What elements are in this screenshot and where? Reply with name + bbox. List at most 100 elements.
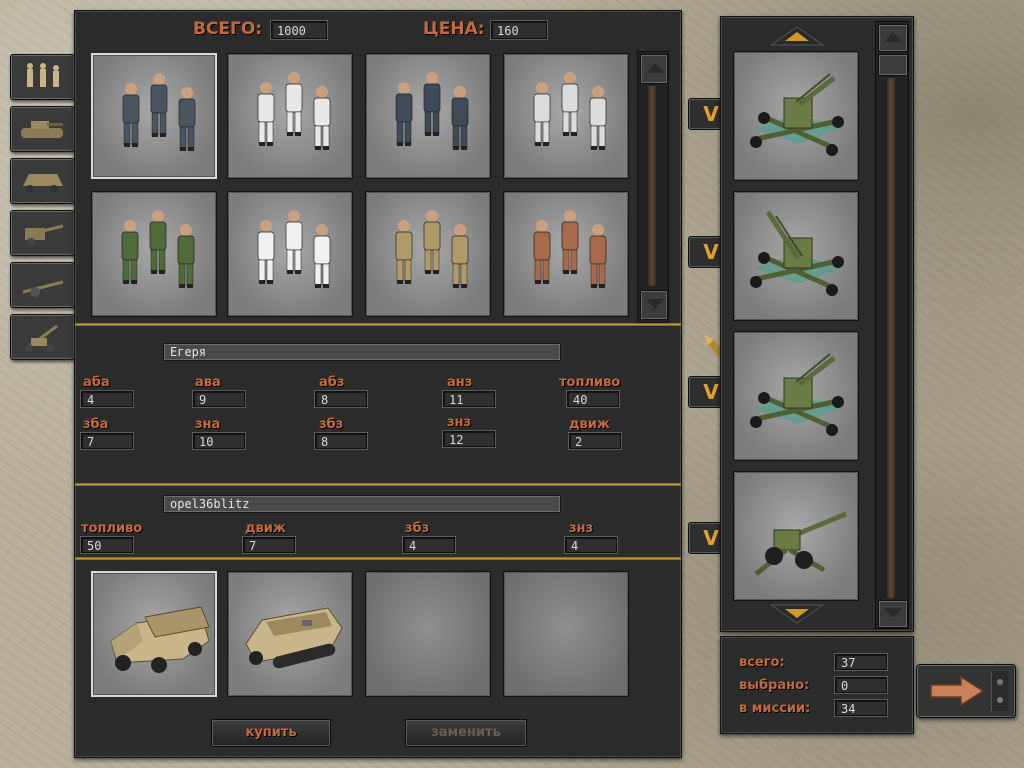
stat-value: 10 (193, 433, 245, 449)
stat-label: аба (83, 375, 110, 390)
stat-label: анз (447, 375, 473, 390)
transport-card[interactable] (227, 571, 353, 697)
stat-value: 7 (81, 433, 133, 449)
arrow-right-icon (930, 675, 985, 707)
armored-car-tab[interactable] (10, 158, 75, 204)
unit-scrollbar[interactable] (637, 51, 669, 323)
summary-selected-label: выбрано: (739, 678, 810, 693)
total-value: 1000 (271, 21, 327, 39)
list-scrollbar-up-button[interactable] (878, 24, 908, 52)
chevron-down-icon (769, 604, 825, 624)
unit-card[interactable] (365, 191, 491, 317)
price-value: 160 (491, 21, 547, 39)
tank-tab[interactable] (10, 106, 75, 152)
selected-unit-card[interactable] (733, 471, 859, 601)
buy-button[interactable]: купить (211, 719, 331, 747)
unit-card[interactable] (91, 53, 217, 179)
unit-scroll-down-button[interactable] (640, 290, 668, 320)
transport-card[interactable] (503, 571, 629, 697)
total-label: ВСЕГО: (193, 19, 263, 39)
summary-mission-label: в миссии: (739, 701, 811, 716)
stat-label: знз (569, 521, 594, 536)
selected-unit-card[interactable] (733, 51, 859, 181)
stat-label: зна (195, 417, 221, 432)
stat-label: знз (447, 415, 472, 430)
list-scroll-track[interactable] (887, 78, 895, 598)
arrow-down-icon (646, 299, 664, 309)
summary-total-label: всего: (739, 655, 785, 670)
selected-unit-card[interactable] (733, 191, 859, 321)
stat-label: движ (569, 417, 610, 432)
unit-card[interactable] (365, 53, 491, 179)
soldiers-white-icon (236, 200, 346, 314)
unit-name-field: Егеря (163, 343, 561, 361)
artillery-tab[interactable] (10, 210, 75, 256)
stat-label: зба (83, 417, 109, 432)
tank-tab-icon (21, 121, 63, 138)
soldiers-white-icon (512, 62, 622, 176)
stat-label: збз (405, 521, 430, 536)
divider (75, 557, 681, 560)
price-label: ЦЕНА: (423, 19, 485, 39)
unit-card[interactable] (227, 53, 353, 179)
arrow-down-icon (884, 608, 902, 618)
replace-button[interactable]: заменить (405, 719, 527, 747)
shop-panel: ВСЕГО: 1000 ЦЕНА: 160 Егеря аба 4 ава 9 абз 8… (74, 10, 682, 758)
soldiers-green-icon (100, 200, 210, 314)
next-button-grip (991, 671, 1008, 711)
aa-gun-raised-icon (738, 198, 856, 318)
stat-value: 8 (315, 433, 367, 449)
infantry-tab[interactable] (10, 54, 75, 100)
transport-card[interactable] (365, 571, 491, 697)
selected-unit-card[interactable] (733, 331, 859, 461)
aa-gun-icon (738, 58, 856, 178)
summary-total-value: 37 (835, 654, 887, 670)
unit-card[interactable] (227, 191, 353, 317)
selected-list-panel (720, 16, 914, 632)
unit-scroll-up-button[interactable] (640, 54, 668, 84)
stat-label: топливо (81, 521, 143, 536)
stat-label: движ (245, 521, 286, 536)
divider (75, 483, 681, 486)
soldiers-grey-icon (101, 63, 211, 177)
list-scroll-thumb[interactable] (878, 54, 908, 76)
stat-label: топливо (559, 375, 621, 390)
list-scroll-up-button[interactable] (767, 23, 827, 47)
transport-card[interactable] (91, 571, 217, 697)
gun-tab[interactable] (10, 262, 75, 308)
halftrack-icon (232, 582, 350, 686)
unit-card[interactable] (503, 191, 629, 317)
stat-value: 11 (443, 391, 495, 407)
list-scrollbar-down-button[interactable] (878, 600, 908, 628)
stat-value: 9 (193, 391, 245, 407)
stat-value: 4 (81, 391, 133, 407)
aa-gun-tab-icon (25, 324, 58, 352)
unit-card[interactable] (503, 53, 629, 179)
list-scroll-down-button[interactable] (767, 603, 827, 627)
stat-value: 2 (569, 433, 621, 449)
stat-value: 4 (565, 537, 617, 553)
soldiers-khaki-icon (374, 200, 484, 314)
stat-value: 50 (81, 537, 133, 553)
stat-value: 4 (403, 537, 455, 553)
soldiers-white-icon (236, 62, 346, 176)
stat-label: ава (195, 375, 221, 390)
soldiers-brown-icon (512, 200, 622, 314)
armored-car-tab-icon (23, 174, 63, 193)
stat-value: 7 (243, 537, 295, 553)
soldiers-grey-icon (374, 62, 484, 176)
list-scrollbar[interactable] (875, 21, 909, 629)
next-button[interactable] (916, 664, 1016, 718)
stat-label: збз (319, 417, 344, 432)
divider (75, 323, 681, 326)
unit-card[interactable] (91, 191, 217, 317)
transport-name-field: opel36blitz (163, 495, 561, 513)
arrow-up-icon (646, 63, 664, 73)
opel-blitz-truck-icon (97, 583, 215, 687)
field-gun-icon (738, 478, 856, 598)
unit-scroll-track[interactable] (648, 86, 656, 286)
aa-gun-icon (738, 338, 856, 458)
gun-tab-icon (22, 280, 64, 297)
aa-gun-tab[interactable] (10, 314, 75, 360)
stat-label: абз (319, 375, 345, 390)
